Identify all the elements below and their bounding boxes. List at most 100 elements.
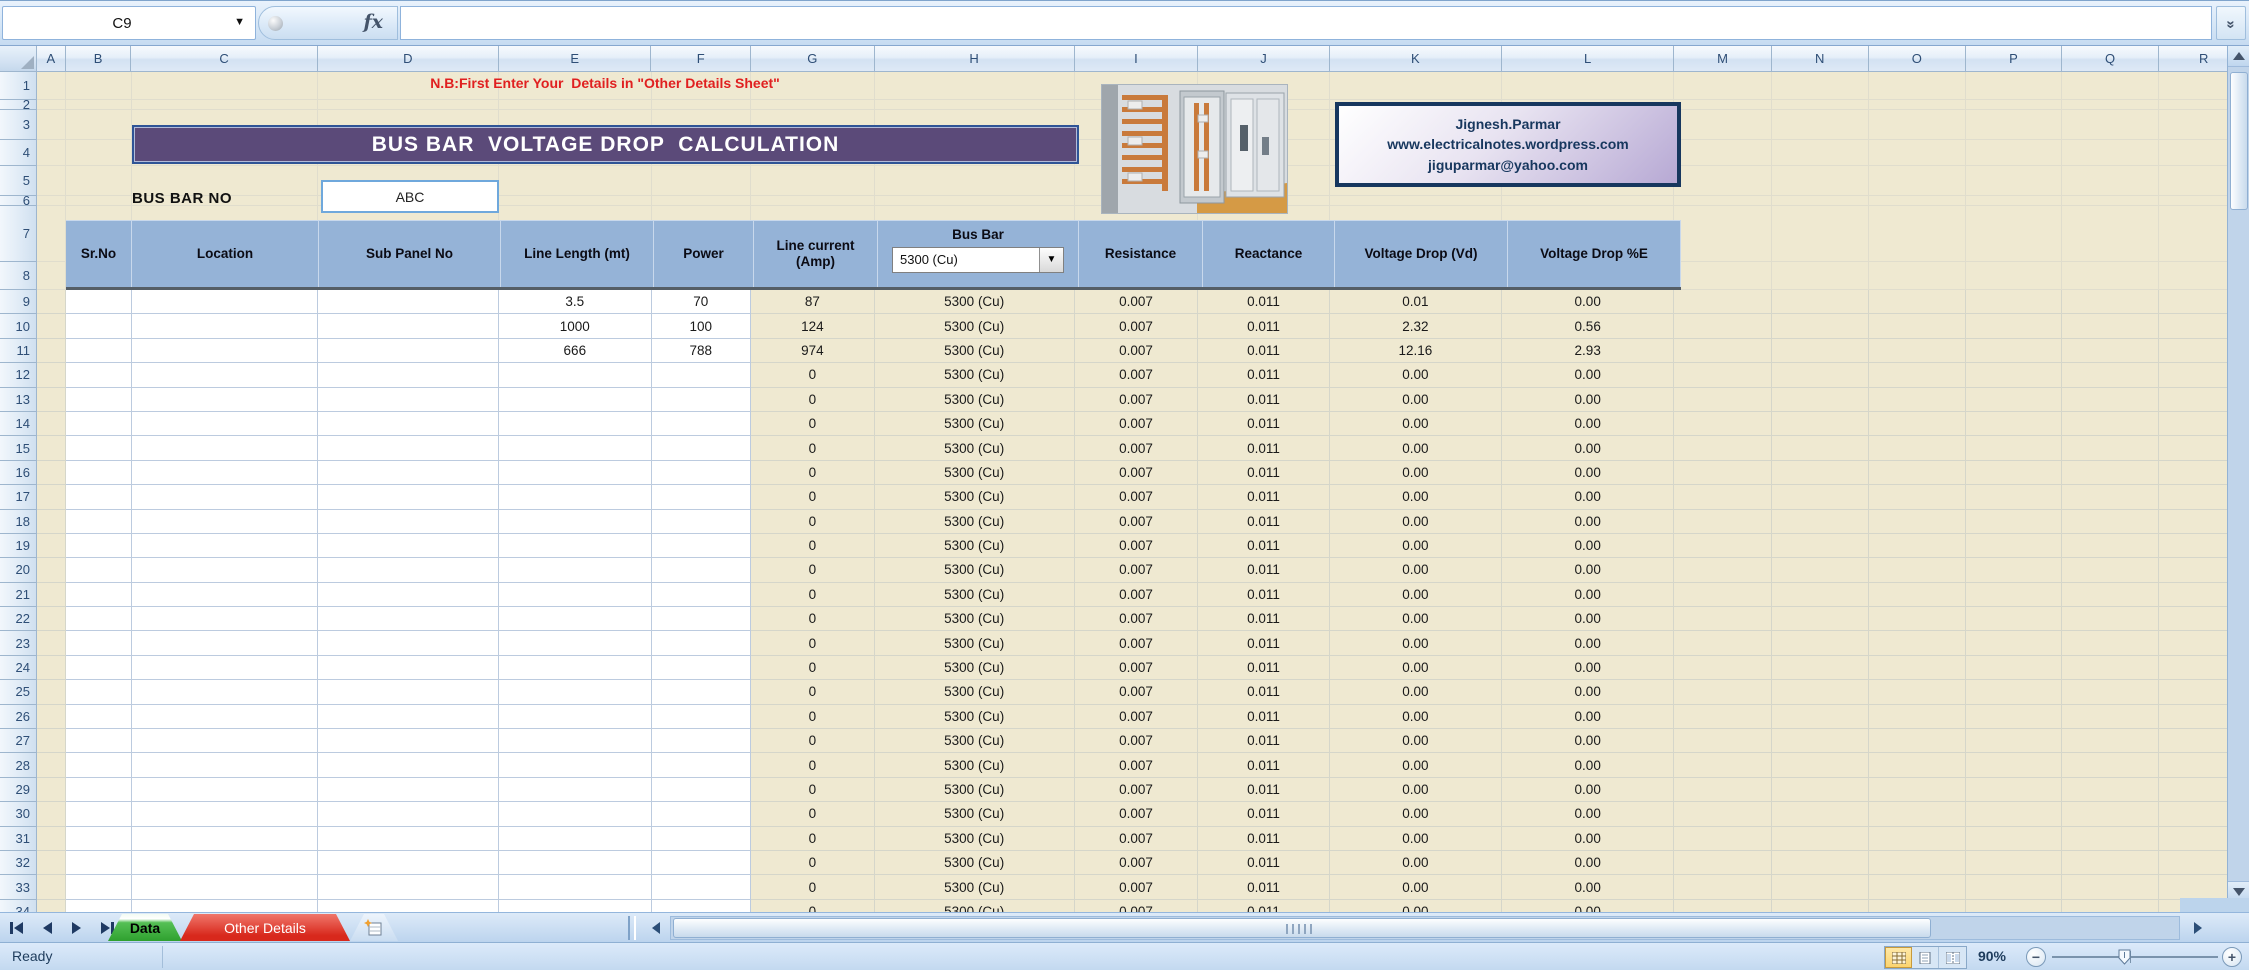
cell-D30[interactable]	[318, 802, 499, 826]
cell-M10[interactable]	[1674, 314, 1772, 338]
cell-N2[interactable]	[1772, 100, 1869, 110]
cell-B3[interactable]	[66, 110, 132, 140]
cell-N15[interactable]	[1772, 436, 1869, 460]
cell-C14[interactable]	[132, 412, 318, 436]
cell-K21[interactable]: 0.00	[1330, 583, 1502, 607]
vertical-scrollbar-thumb[interactable]	[2230, 72, 2248, 210]
cell-P19[interactable]	[1966, 534, 2062, 558]
cell-A11[interactable]	[37, 339, 66, 363]
cell-C33[interactable]	[132, 875, 318, 899]
cell-I25[interactable]: 0.007	[1075, 680, 1199, 704]
cell-L14[interactable]: 0.00	[1502, 412, 1674, 436]
column-header-G[interactable]: G	[751, 46, 875, 72]
cell-L13[interactable]: 0.00	[1502, 388, 1674, 412]
cell-I20[interactable]: 0.007	[1075, 558, 1199, 582]
cell-L21[interactable]: 0.00	[1502, 583, 1674, 607]
cell-M6[interactable]	[1674, 196, 1772, 206]
cell-D16[interactable]	[318, 461, 499, 485]
cell-Q30[interactable]	[2062, 802, 2160, 826]
column-header-P[interactable]: P	[1966, 46, 2062, 72]
cell-P31[interactable]	[1966, 827, 2062, 851]
cell-M16[interactable]	[1674, 461, 1772, 485]
cell-J15[interactable]: 0.011	[1198, 436, 1329, 460]
cell-J18[interactable]: 0.011	[1198, 510, 1329, 534]
cell-K28[interactable]: 0.00	[1330, 753, 1502, 777]
cell-L22[interactable]: 0.00	[1502, 607, 1674, 631]
cell-Q6[interactable]	[2062, 196, 2160, 206]
cell-C16[interactable]	[132, 461, 318, 485]
row-header-12[interactable]: 12	[0, 363, 37, 387]
cell-Q12[interactable]	[2062, 363, 2160, 387]
cell-L26[interactable]: 0.00	[1502, 705, 1674, 729]
cell-J11[interactable]: 0.011	[1198, 339, 1329, 363]
cell-A22[interactable]	[37, 607, 66, 631]
cell-A3[interactable]	[37, 110, 66, 140]
cell-J28[interactable]: 0.011	[1198, 753, 1329, 777]
cell-I16[interactable]: 0.007	[1075, 461, 1199, 485]
cell-O12[interactable]	[1869, 363, 1967, 387]
cell-O9[interactable]	[1869, 290, 1967, 314]
cell-M2[interactable]	[1674, 100, 1772, 110]
cell-N30[interactable]	[1772, 802, 1869, 826]
cell-D12[interactable]	[318, 363, 499, 387]
cell-A25[interactable]	[37, 680, 66, 704]
cell-E32[interactable]	[499, 851, 651, 875]
cell-N13[interactable]	[1772, 388, 1869, 412]
cell-O25[interactable]	[1869, 680, 1967, 704]
cell-E24[interactable]	[499, 656, 651, 680]
cell-L32[interactable]: 0.00	[1502, 851, 1674, 875]
cell-O30[interactable]	[1869, 802, 1967, 826]
cell-N34[interactable]	[1772, 900, 1869, 912]
cell-E31[interactable]	[499, 827, 651, 851]
row-header-6[interactable]: 6	[0, 196, 37, 206]
cell-M31[interactable]	[1674, 827, 1772, 851]
cell-J10[interactable]: 0.011	[1198, 314, 1329, 338]
cell-N5[interactable]	[1772, 166, 1869, 196]
cell-D32[interactable]	[318, 851, 499, 875]
row-header-2[interactable]: 2	[0, 100, 37, 110]
cell-H15[interactable]: 5300 (Cu)	[875, 436, 1075, 460]
cell-P32[interactable]	[1966, 851, 2062, 875]
cell-E29[interactable]	[499, 778, 651, 802]
cell-M33[interactable]	[1674, 875, 1772, 899]
cell-L25[interactable]: 0.00	[1502, 680, 1674, 704]
cell-C11[interactable]	[132, 339, 318, 363]
cell-L10[interactable]: 0.56	[1502, 314, 1674, 338]
cell-E21[interactable]	[499, 583, 651, 607]
cell-E6[interactable]	[499, 196, 651, 206]
cell-O1[interactable]	[1869, 72, 1967, 100]
row-header-20[interactable]: 20	[0, 558, 37, 582]
cell-A23[interactable]	[37, 631, 66, 655]
cell-E17[interactable]	[499, 485, 651, 509]
cell-P34[interactable]	[1966, 900, 2062, 912]
cell-N27[interactable]	[1772, 729, 1869, 753]
cell-A4[interactable]	[37, 140, 66, 166]
cell-D21[interactable]	[318, 583, 499, 607]
cell-Q34[interactable]	[2062, 900, 2160, 912]
cell-D17[interactable]	[318, 485, 499, 509]
cell-E33[interactable]	[499, 875, 651, 899]
cell-G15[interactable]: 0	[751, 436, 875, 460]
cell-H27[interactable]: 5300 (Cu)	[875, 729, 1075, 753]
cell-A28[interactable]	[37, 753, 66, 777]
cell-N22[interactable]	[1772, 607, 1869, 631]
zoom-level[interactable]: 90%	[1968, 948, 2016, 964]
cell-Q1[interactable]	[2062, 72, 2160, 100]
cell-F10[interactable]: 100	[652, 314, 752, 338]
cell-G33[interactable]: 0	[751, 875, 875, 899]
cell-O34[interactable]	[1869, 900, 1967, 912]
cell-B26[interactable]	[66, 705, 132, 729]
cell-K14[interactable]: 0.00	[1330, 412, 1502, 436]
previous-sheet-button[interactable]	[36, 917, 58, 939]
cell-A9[interactable]	[37, 290, 66, 314]
zoom-out-button[interactable]: −	[2026, 947, 2046, 967]
cell-O7[interactable]	[1869, 206, 1967, 262]
cell-D23[interactable]	[318, 631, 499, 655]
cell-N4[interactable]	[1772, 140, 1869, 166]
cell-Q20[interactable]	[2062, 558, 2160, 582]
row-header-8[interactable]: 8	[0, 262, 37, 290]
cell-P18[interactable]	[1966, 510, 2062, 534]
cell-P28[interactable]	[1966, 753, 2062, 777]
cell-G30[interactable]: 0	[751, 802, 875, 826]
cell-B12[interactable]	[66, 363, 132, 387]
